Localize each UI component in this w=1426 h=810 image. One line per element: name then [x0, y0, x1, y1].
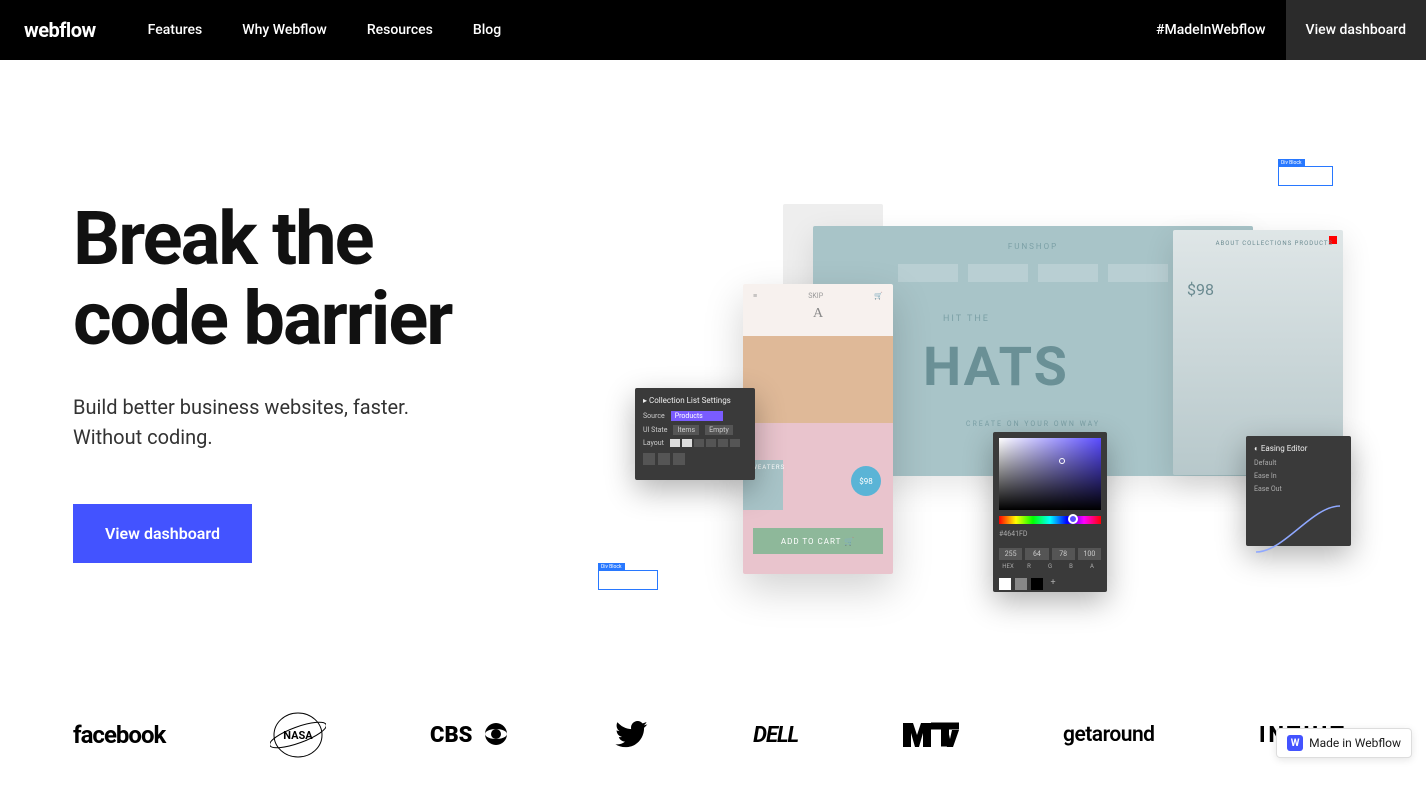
divblock-outline-2: Div Block — [598, 570, 658, 590]
logo-getaround: getaround — [1063, 723, 1155, 747]
mock-price-circle: $98 — [851, 466, 881, 496]
badge-label: Made in Webflow — [1309, 736, 1401, 750]
divblock-label: Div Block — [1278, 159, 1305, 167]
mock-add-to-cart: ADD TO CART 🛒 — [753, 528, 883, 554]
divblock-label-2: Div Block — [598, 563, 625, 571]
mock-hit-the: HIT THE — [943, 314, 990, 324]
top-nav: webflow Features Why Webflow Resources B… — [0, 0, 1426, 60]
svg-text:NASA: NASA — [283, 729, 313, 742]
hero-subtitle: Build better business websites, faster. … — [73, 392, 451, 452]
hero-title: Break the code barrier — [73, 200, 451, 360]
nav-view-dashboard[interactable]: View dashboard — [1286, 0, 1426, 60]
logo-mtv — [903, 719, 959, 751]
nav-link-features[interactable]: Features — [148, 22, 203, 38]
easing-title: ◐ Easing Editor — [1254, 444, 1343, 453]
mock-signature: A — [743, 306, 893, 322]
panel-title: ▸ Collection List Settings — [643, 396, 747, 405]
nav-link-resources[interactable]: Resources — [367, 22, 433, 38]
webflow-icon: W — [1287, 735, 1303, 751]
hero-title-line2: code barrier — [73, 276, 451, 363]
mock-skip: SKIP — [808, 292, 823, 300]
customer-logos: facebook NASA CBS DELL getaround INTUIT. — [73, 710, 1353, 810]
logo-twitter — [615, 721, 649, 749]
mock-mini-nav: ABOUT COLLECTIONS PRODUCTS — [1216, 240, 1333, 247]
hero-title-line1: Break the — [73, 196, 373, 283]
nav-made-in-webflow[interactable]: #MadeInWebflow — [1136, 0, 1285, 60]
mock-price: $98 — [1187, 280, 1214, 299]
brand-logo[interactable]: webflow — [24, 18, 96, 42]
made-in-webflow-badge[interactable]: W Made in Webflow — [1276, 728, 1412, 758]
hero-sub-line1: Build better business websites, faster. — [73, 395, 409, 419]
hero-cta-button[interactable]: View dashboard — [73, 504, 252, 563]
hero-illustration: Div Block FUNSHOP HIT THE HATS CREATE ON… — [633, 130, 1353, 590]
svg-text:CBS: CBS — [430, 723, 473, 748]
logo-dell: DELL — [753, 723, 798, 748]
panel-easing-editor: ◐ Easing Editor Default Ease In Ease Out — [1246, 436, 1351, 546]
mock-hats-text: HATS — [923, 336, 1069, 399]
hero-sub-line2: Without coding. — [73, 425, 213, 449]
mock-mobile-card: ≡SKIP🛒 A SWEATERS $98 ADD TO CART 🛒 — [743, 284, 893, 574]
logo-nasa: NASA — [270, 710, 326, 760]
panel-color-picker: #4641FD 2556478100 HEXRGBA + — [993, 432, 1107, 592]
logo-facebook: facebook — [73, 721, 165, 749]
cart-icon: 🛒 — [874, 292, 883, 300]
divblock-outline: Div Block — [1278, 166, 1333, 186]
nav-link-blog[interactable]: Blog — [473, 22, 501, 38]
panel-collection-settings: ▸ Collection List Settings SourceProduct… — [635, 388, 755, 480]
nav-link-why[interactable]: Why Webflow — [242, 22, 327, 38]
logo-cbs: CBS — [430, 720, 510, 750]
